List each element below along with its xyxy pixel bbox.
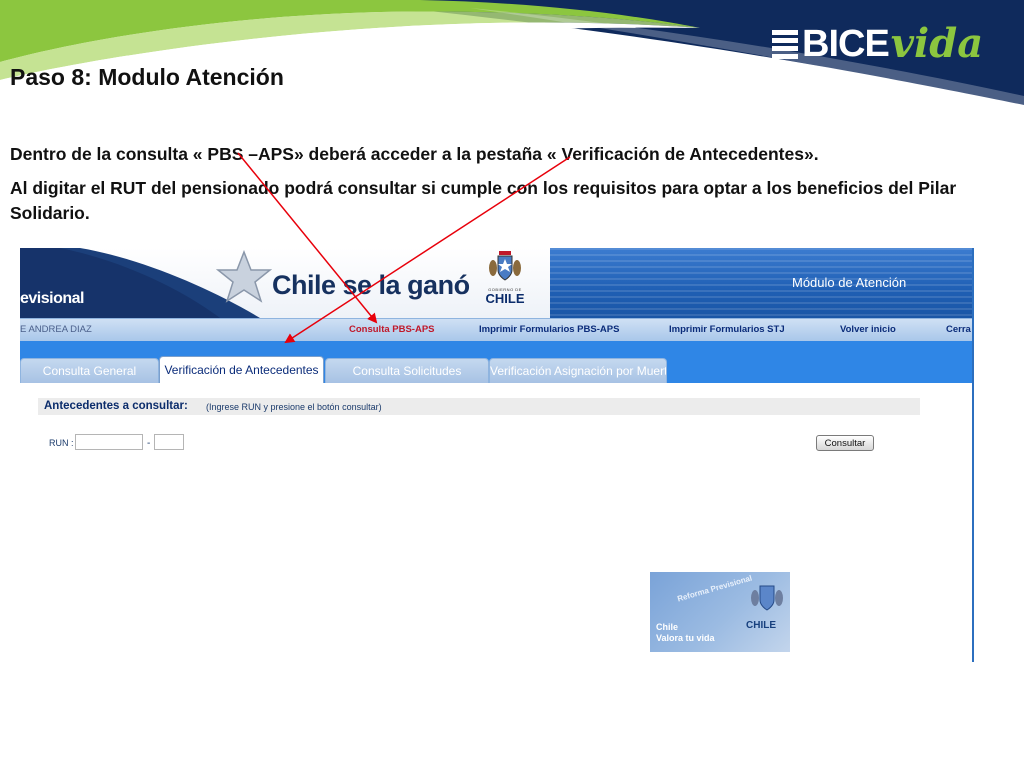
bicevida-logo: BICE vida [772,18,1012,70]
app-navbar: E ANDREA DIAZ Consulta PBS-APS Imprimir … [20,318,972,342]
tab-consulta-general[interactable]: Consulta General [20,358,159,383]
gobierno-crest: GOBIERNO DE CHILE [480,250,530,316]
nav-imprimir-stj[interactable]: Imprimir Formularios STJ [669,324,785,335]
crest-chile-text: CHILE [485,291,525,306]
reforma-text: Reforma Previsional [676,573,754,604]
app-screenshot: evisional Chile se la ganó GOBIERNO DE C… [20,248,974,662]
header-partial-label: evisional [20,290,84,307]
app-header-left: evisional Chile se la ganó GOBIERNO DE C… [20,248,550,318]
instruction-paragraph-1: Dentro de la consulta « PBS –APS» deberá… [10,144,819,164]
app-tabbar: Consulta General Verificación de Anteced… [20,341,972,383]
tab-verificacion-asignacion[interactable]: Verificación Asignación por Muerte [489,358,667,383]
star-icon [216,250,272,303]
tab-consulta-solicitudes[interactable]: Consulta Solicitudes [325,358,489,383]
instruction-paragraph-2: Al digitar el RUT del pensionado podrá c… [10,178,957,223]
nav-volver-inicio[interactable]: Volver inicio [840,324,896,335]
reforma-crest-icon [751,585,783,611]
reforma-chile-text: Chile [656,622,679,632]
tab-verificacion-antecedentes[interactable]: Verificación de Antecedentes [159,356,324,383]
consultar-button[interactable]: Consultar [816,435,874,451]
run-label: RUN : [49,438,74,448]
reforma-valora-text: Valora tu vida [656,633,715,643]
form-section-title: Antecedentes a consultar: [44,400,188,412]
reforma-crest-chile-text: CHILE [746,620,776,631]
header-slogan: Chile se la ganó [272,270,470,300]
run-input[interactable] [75,434,143,450]
slide-title: Paso 8: Modulo Atención [10,64,284,90]
form-section-hint: (Ingrese RUN y presione el botón consult… [206,402,382,412]
nav-consulta-pbs-aps[interactable]: Consulta PBS-APS [349,324,435,335]
logo-bice-text: BICE [802,23,890,65]
logo-vida-text: vida [890,20,984,67]
run-separator: - [147,438,151,449]
coat-of-arms-icon [489,251,521,281]
reforma-previsional-image: Reforma Previsional Chile Valora tu vida… [650,572,790,652]
header-stripes [550,248,972,318]
nav-imprimir-pbs-aps[interactable]: Imprimir Formularios PBS-APS [479,324,619,335]
module-title: Módulo de Atención [792,275,907,290]
logo-bars-icon [772,29,798,59]
nav-cerrar[interactable]: Cerra [946,324,971,335]
form-section-bar: Antecedentes a consultar: (Ingrese RUN y… [38,398,920,415]
app-header: evisional Chile se la ganó GOBIERNO DE C… [20,248,972,318]
run-dv-input[interactable] [154,434,184,450]
nav-user-name: E ANDREA DIAZ [20,324,92,335]
